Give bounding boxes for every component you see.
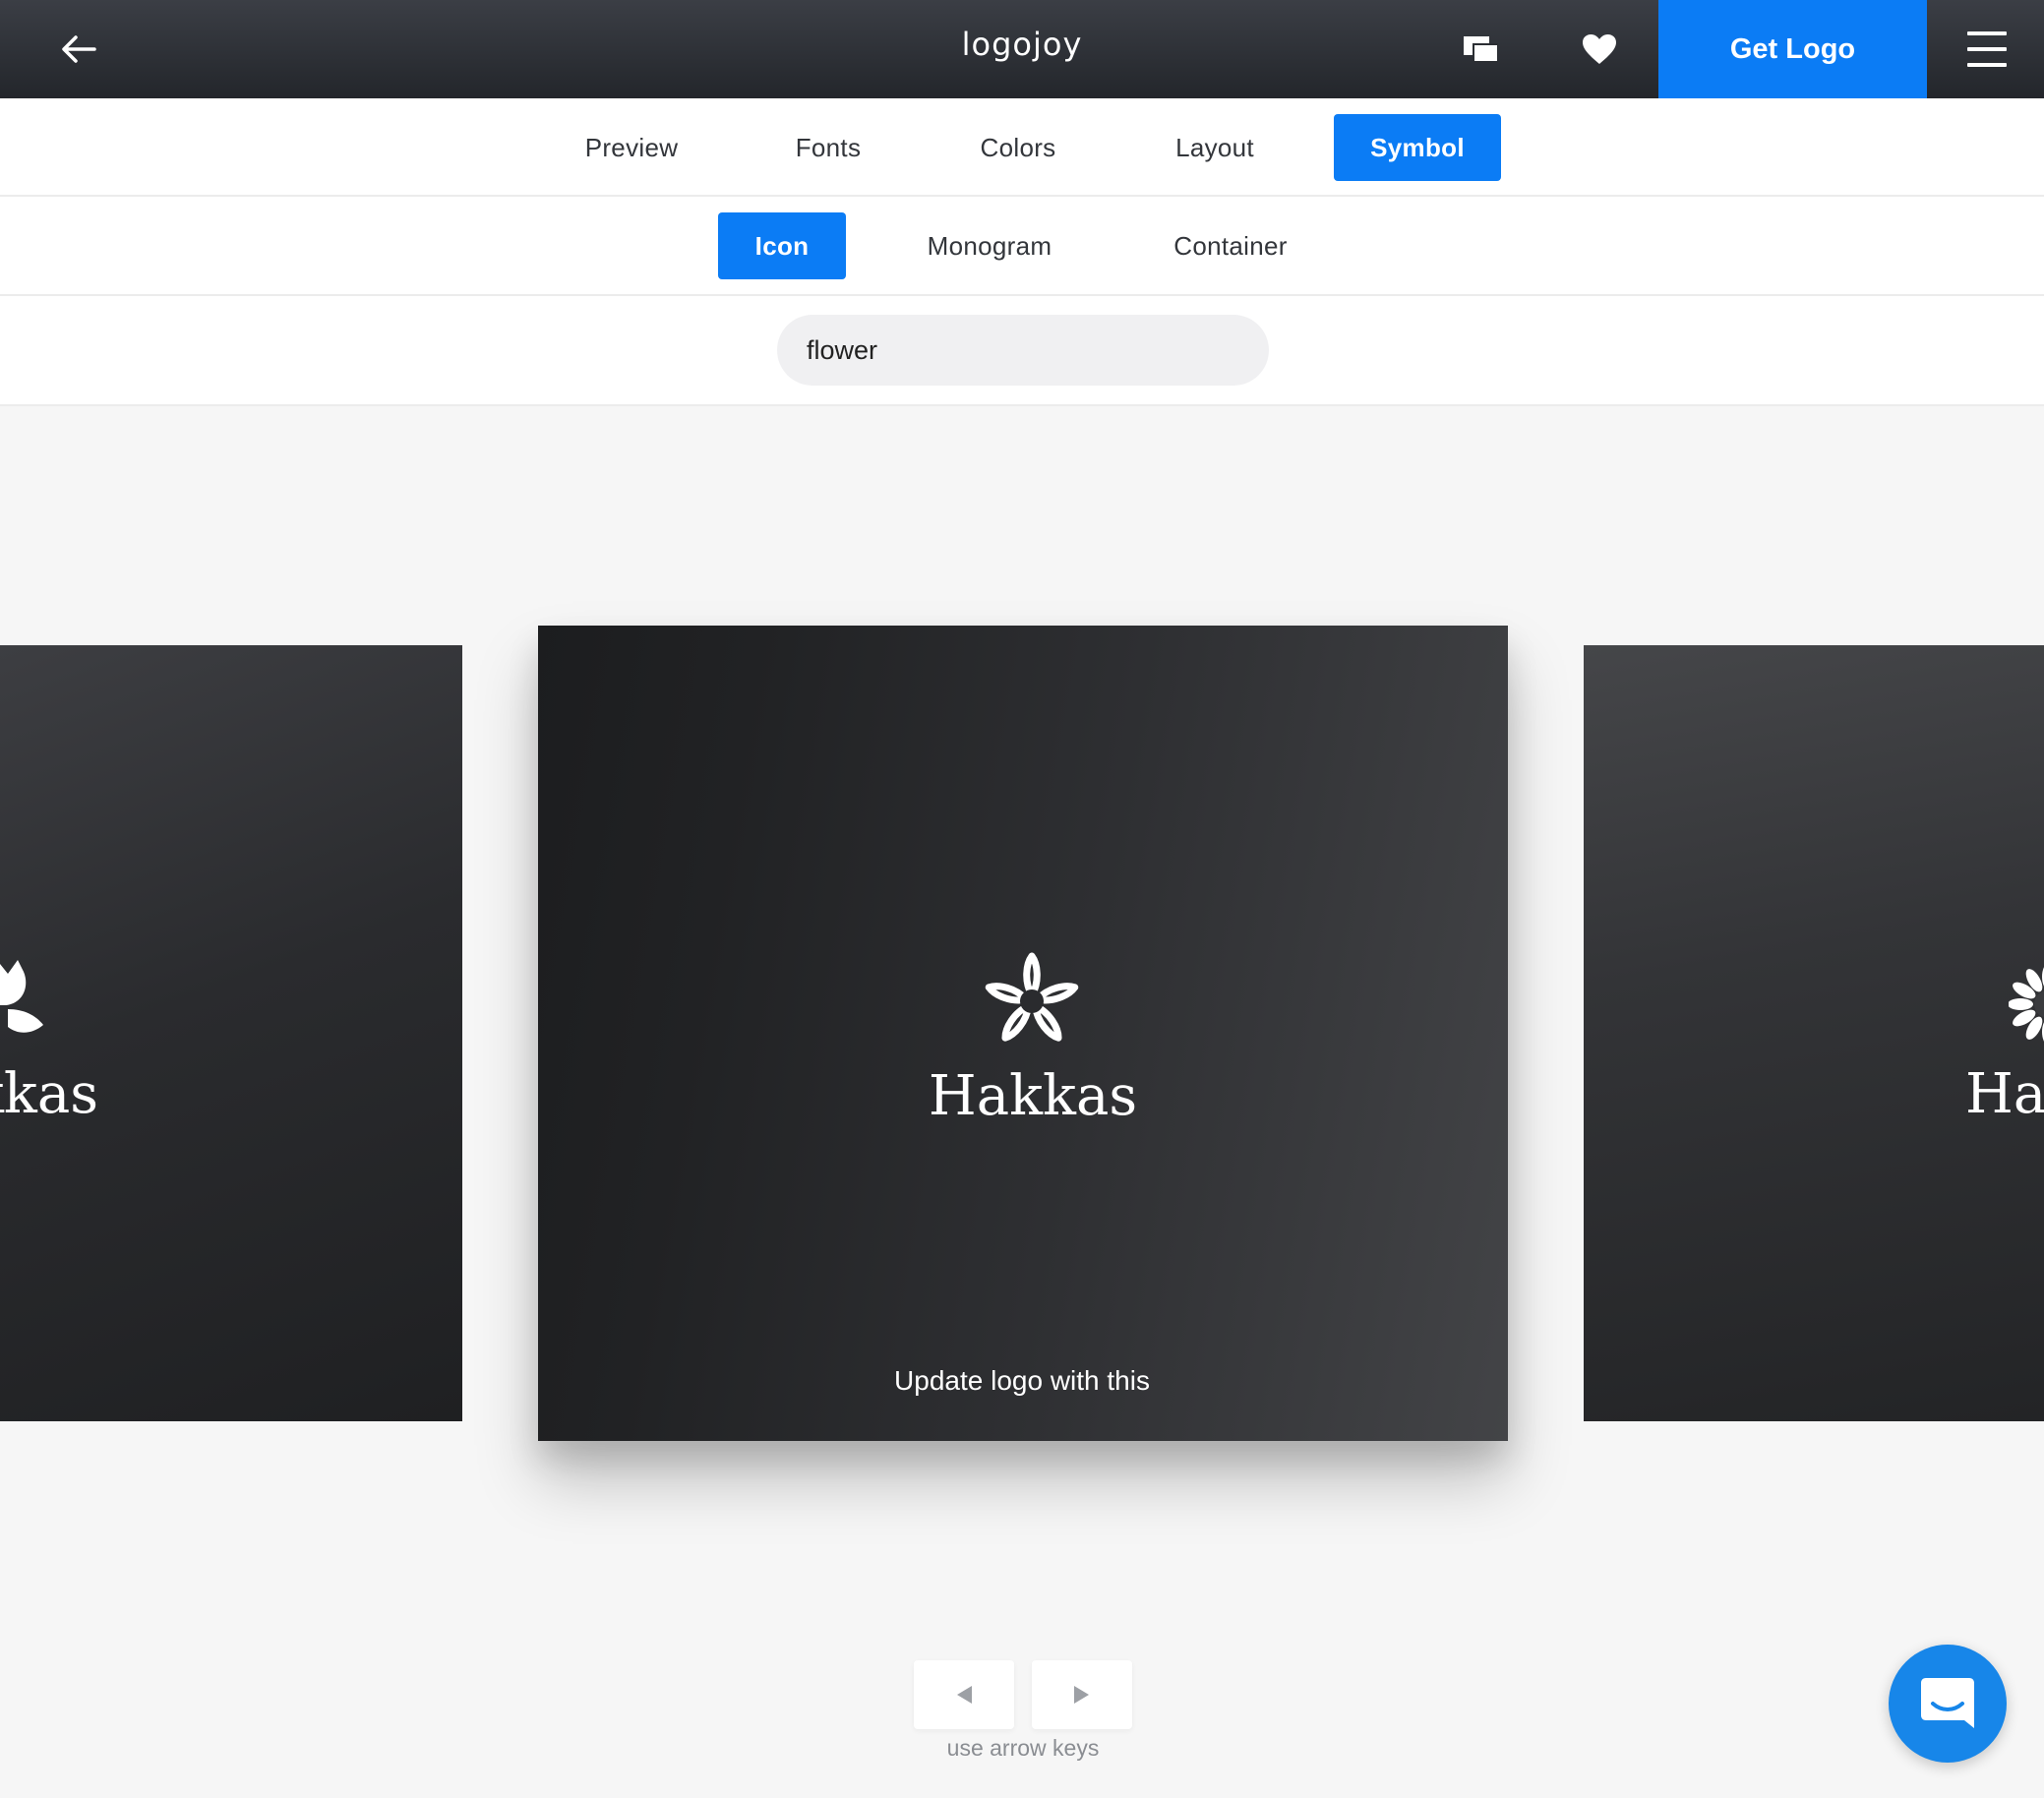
logo-card-previous[interactable]: kkas: [0, 645, 462, 1421]
hamburger-menu-button[interactable]: [1957, 24, 2016, 75]
support-chat-button[interactable]: [1889, 1645, 2007, 1763]
brand-text: logojoy: [961, 26, 1083, 63]
tab-preview[interactable]: Preview: [563, 114, 700, 181]
search-input[interactable]: [777, 315, 1269, 386]
logo-card-previous-text: kkas: [0, 1062, 98, 1126]
logo-card-current-text: Hakkas: [928, 1064, 1138, 1128]
tab-icon[interactable]: Icon: [718, 212, 846, 279]
menu-line: [1967, 63, 2007, 67]
flower-outline-icon: [985, 952, 1079, 1042]
arrow-keys-hint: use arrow keys: [946, 1735, 1100, 1761]
triangle-right-icon: [1074, 1686, 1089, 1704]
chat-bubbles-icon: [1464, 36, 1498, 63]
symbol-tabs: Icon Monogram Container: [0, 197, 2044, 296]
previous-arrow-button[interactable]: [914, 1660, 1014, 1729]
tab-container[interactable]: Container: [1157, 212, 1304, 279]
logo-card-next[interactable]: Hal: [1584, 645, 2044, 1421]
chat-bubbles-button[interactable]: [1454, 25, 1509, 74]
tab-colors[interactable]: Colors: [954, 114, 1082, 181]
next-arrow-button[interactable]: [1032, 1660, 1132, 1729]
triangle-left-icon: [957, 1686, 972, 1704]
tab-fonts[interactable]: Fonts: [769, 114, 887, 181]
favorite-button[interactable]: [1572, 25, 1627, 74]
menu-line: [1967, 47, 2007, 51]
get-logo-button[interactable]: Get Logo: [1658, 0, 1927, 98]
hamburger-menu-icon: [1967, 31, 2007, 35]
tab-monogram[interactable]: Monogram: [907, 212, 1072, 279]
tab-layout[interactable]: Layout: [1149, 114, 1281, 181]
tab-symbol[interactable]: Symbol: [1334, 114, 1501, 181]
heart-icon: [1583, 34, 1616, 64]
chat-smile-icon: [1921, 1678, 1974, 1728]
tulip-icon: [0, 960, 43, 1033]
main-tabs: Preview Fonts Colors Layout Symbol: [0, 98, 2044, 197]
logo-card-next-text: Hal: [1965, 1062, 2044, 1126]
sunflower-icon: [2009, 967, 2044, 1042]
top-bar: logojoy Get Logo: [0, 0, 2044, 98]
logo-card-current[interactable]: Hakkas: [538, 626, 1508, 1441]
